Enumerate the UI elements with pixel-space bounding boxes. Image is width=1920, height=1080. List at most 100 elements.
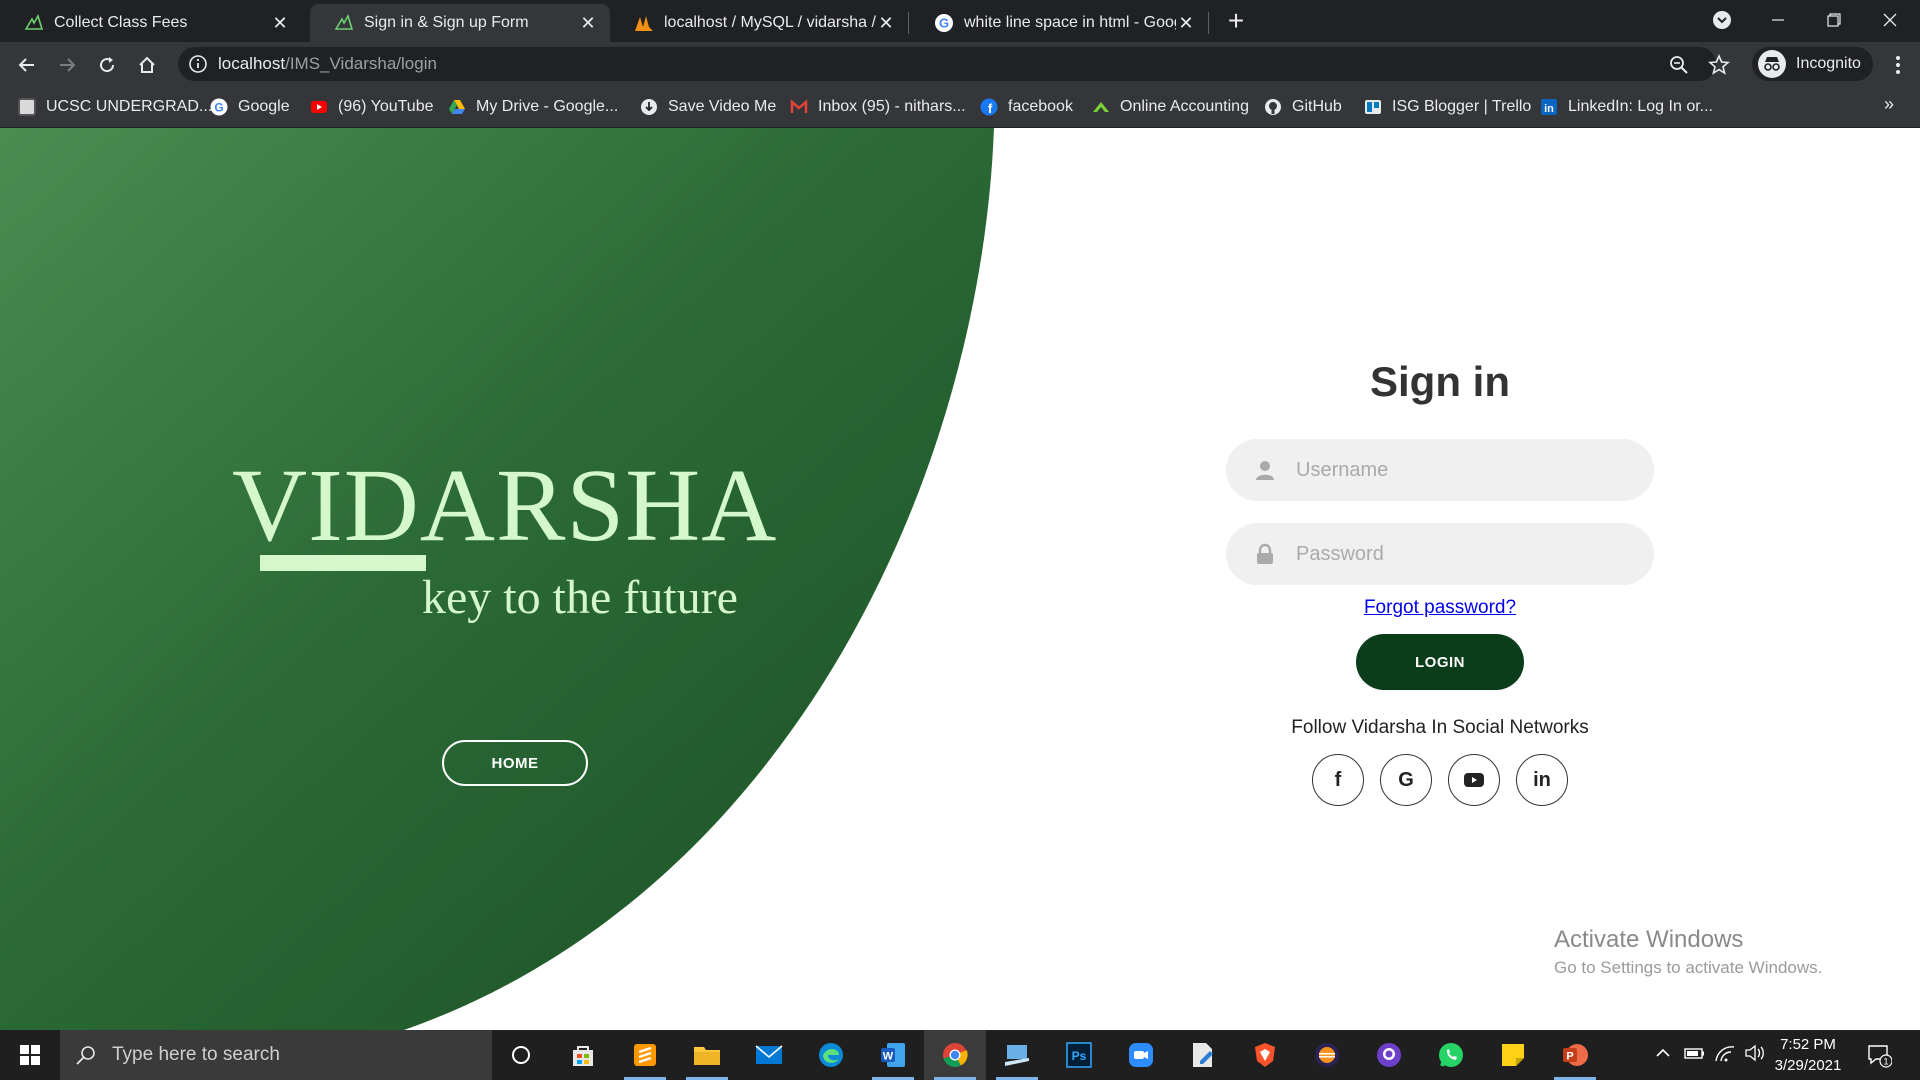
- gmail-icon: [790, 99, 808, 113]
- browser-toolbar: localhost/IMS_Vidarsha/login Incognito: [0, 42, 1920, 86]
- bookmark-trello[interactable]: ISG Blogger | Trello: [1364, 96, 1531, 118]
- bookmark-label: (96) YouTube: [338, 98, 434, 115]
- new-tab-button[interactable]: +: [1222, 7, 1250, 36]
- remote-desktop-icon: [1005, 1045, 1029, 1066]
- social-linkedin-button[interactable]: in: [1516, 754, 1568, 806]
- minimize-icon: [1772, 19, 1784, 21]
- bookmark-linkedin[interactable]: in LinkedIn: Log In or...: [1540, 96, 1713, 118]
- bookmark-online-accounting[interactable]: Online Accounting: [1092, 96, 1249, 118]
- social-youtube-button[interactable]: [1448, 754, 1500, 806]
- zoom-icon[interactable]: [1668, 54, 1690, 76]
- home-button[interactable]: [132, 50, 162, 80]
- bookmark-label: Save Video Me: [668, 98, 777, 115]
- close-tab-icon[interactable]: ✕: [1176, 13, 1196, 33]
- svg-text:P: P: [1566, 1051, 1573, 1063]
- tab-sign-in-form[interactable]: Sign in & Sign up Form ✕: [310, 4, 610, 42]
- login-page: VIDARSHA key to the future HOME Sign in …: [0, 128, 1920, 1030]
- taskbar-photoshop[interactable]: Ps: [1048, 1030, 1110, 1080]
- taskbar-file-explorer[interactable]: [676, 1030, 738, 1080]
- close-tab-icon[interactable]: ✕: [270, 13, 290, 33]
- bookmark-youtube[interactable]: (96) YouTube: [310, 96, 433, 118]
- tab-google-search[interactable]: G white line space in html - Google ✕: [910, 4, 1208, 42]
- wifi-icon[interactable]: [1714, 1044, 1736, 1067]
- menu-kebab-icon[interactable]: [1888, 54, 1908, 76]
- taskbar-eclipse[interactable]: [1296, 1030, 1358, 1080]
- taskbar-powerpoint[interactable]: P: [1544, 1030, 1606, 1080]
- close-window-button[interactable]: [1862, 0, 1918, 40]
- taskbar-edge[interactable]: [800, 1030, 862, 1080]
- taskbar-mail[interactable]: [738, 1030, 800, 1080]
- bookmark-github[interactable]: GitHub: [1264, 96, 1342, 118]
- taskbar-brave[interactable]: [1234, 1030, 1296, 1080]
- bookmark-save-video[interactable]: Save Video Me: [640, 96, 776, 118]
- svg-text:G: G: [214, 100, 223, 114]
- taskbar-sticky-notes[interactable]: [1482, 1030, 1544, 1080]
- password-field[interactable]: [1226, 523, 1654, 585]
- taskbar-chrome[interactable]: [924, 1030, 986, 1080]
- youtube-icon: [311, 101, 327, 113]
- linkedin-icon: in: [1533, 768, 1551, 791]
- arrow-right-icon: [60, 58, 76, 72]
- back-button[interactable]: [12, 50, 42, 80]
- taskbar-clock[interactable]: 7:52 PM 3/29/2021: [1772, 1034, 1844, 1076]
- bookmark-google[interactable]: G Google: [210, 96, 290, 118]
- tab-collect-class-fees[interactable]: Collect Class Fees ✕: [0, 4, 302, 42]
- tab-title: Collect Class Fees: [54, 14, 188, 31]
- info-icon[interactable]: [188, 54, 208, 74]
- tab-search-button[interactable]: [1694, 0, 1750, 40]
- volume-icon[interactable]: [1744, 1044, 1766, 1067]
- reload-button[interactable]: [92, 50, 122, 80]
- url-text[interactable]: localhost/IMS_Vidarsha/login: [218, 54, 437, 74]
- username-field[interactable]: [1226, 439, 1654, 501]
- bookmarks-overflow-icon[interactable]: »: [1884, 94, 1894, 115]
- minimize-button[interactable]: [1750, 0, 1806, 40]
- user-icon: [1256, 461, 1274, 480]
- incognito-indicator[interactable]: Incognito: [1752, 47, 1873, 81]
- taskbar-search[interactable]: Type here to search: [60, 1030, 492, 1080]
- battery-icon[interactable]: [1684, 1044, 1706, 1067]
- url-host: localhost: [218, 54, 286, 73]
- taskbar-whatsapp[interactable]: [1420, 1030, 1482, 1080]
- forward-button[interactable]: [52, 50, 82, 80]
- bookmark-drive[interactable]: My Drive - Google...: [448, 96, 618, 118]
- taskbar-github-desktop[interactable]: [1358, 1030, 1420, 1080]
- taskbar-remote-app[interactable]: [986, 1030, 1048, 1080]
- password-input[interactable]: [1296, 542, 1616, 566]
- notification-center-button[interactable]: 1: [1866, 1042, 1893, 1068]
- tray-chevron-up-icon[interactable]: [1654, 1044, 1672, 1067]
- sublime-text-icon: [634, 1044, 656, 1066]
- close-tab-icon[interactable]: ✕: [578, 13, 598, 33]
- bookmark-gmail[interactable]: Inbox (95) - nithars...: [790, 96, 966, 118]
- taskbar-search-placeholder: Type here to search: [112, 1044, 280, 1065]
- facebook-icon: f: [1334, 768, 1342, 791]
- notification-icon: 1: [1868, 1045, 1893, 1068]
- taskbar-word[interactable]: W: [862, 1030, 924, 1080]
- taskbar-sublime[interactable]: [614, 1030, 676, 1080]
- bookmark-star-icon[interactable]: [1708, 54, 1730, 76]
- drive-icon: [449, 100, 465, 114]
- trello-icon: [1365, 100, 1381, 114]
- cortana-button[interactable]: [490, 1030, 552, 1080]
- social-google-button[interactable]: G: [1380, 754, 1432, 806]
- home-button[interactable]: HOME: [442, 740, 588, 786]
- close-tab-icon[interactable]: ✕: [876, 13, 896, 33]
- start-button[interactable]: [0, 1030, 60, 1080]
- follow-social-text: Follow Vidarsha In Social Networks: [1291, 717, 1589, 738]
- svg-text:f: f: [988, 101, 993, 116]
- social-facebook-button[interactable]: f: [1312, 754, 1364, 806]
- address-bar[interactable]: localhost/IMS_Vidarsha/login: [178, 47, 1730, 81]
- tab-phpmyadmin[interactable]: localhost / MySQL / vidarsha / ex ✕: [610, 4, 908, 42]
- bookmark-facebook[interactable]: f facebook: [980, 96, 1073, 118]
- taskbar-zoom[interactable]: [1110, 1030, 1172, 1080]
- taskbar-store[interactable]: [552, 1030, 614, 1080]
- username-input[interactable]: [1296, 458, 1616, 482]
- save-video-icon: [641, 99, 657, 115]
- forgot-password-link[interactable]: Forgot password?: [1250, 597, 1630, 619]
- home-icon: [139, 56, 155, 73]
- google-icon: G: [210, 98, 228, 116]
- login-button[interactable]: LOGIN: [1356, 634, 1524, 690]
- tab-separator: [1208, 12, 1209, 34]
- restore-button[interactable]: [1806, 0, 1862, 40]
- bookmark-ucsc[interactable]: UCSC UNDERGRAD...: [18, 96, 212, 118]
- taskbar-editor[interactable]: [1172, 1030, 1234, 1080]
